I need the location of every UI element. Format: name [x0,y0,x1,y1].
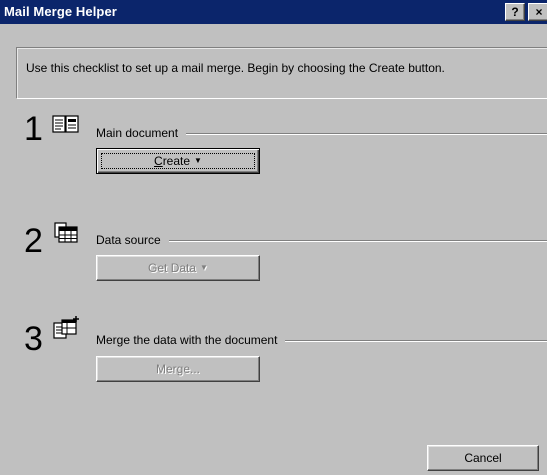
step-3-number: 3 [24,320,43,358]
help-button[interactable]: ? [505,3,525,21]
step-1-number: 1 [24,110,43,148]
main-document-icon [52,115,79,133]
focus-ring [101,153,255,169]
get-data-button[interactable]: Get Data ▼ [96,255,260,281]
cancel-button[interactable]: Cancel [427,445,539,471]
step-3-label: Merge the data with the document [96,333,286,347]
data-source-icon [54,222,78,243]
step-2-label: Data source [96,233,169,247]
merge-icon [53,316,79,339]
step-1-label: Main document [96,126,187,140]
get-data-label: Get Data [148,261,197,275]
window-title: Mail Merge Helper [4,4,117,19]
merge-button[interactable]: Merge... [96,356,260,382]
instructions-panel: Use this checklist to set up a mail merg… [16,47,547,99]
dropdown-arrow-icon: ▼ [200,263,208,272]
create-button[interactable]: Create ▼ [96,148,260,174]
step-2-number: 2 [24,222,43,260]
instructions-text: Use this checklist to set up a mail merg… [26,61,445,75]
title-bar: Mail Merge Helper ? × [0,0,547,24]
mail-merge-helper-dialog: Mail Merge Helper ? × Use this checklist… [0,0,547,475]
close-button[interactable]: × [528,3,547,21]
